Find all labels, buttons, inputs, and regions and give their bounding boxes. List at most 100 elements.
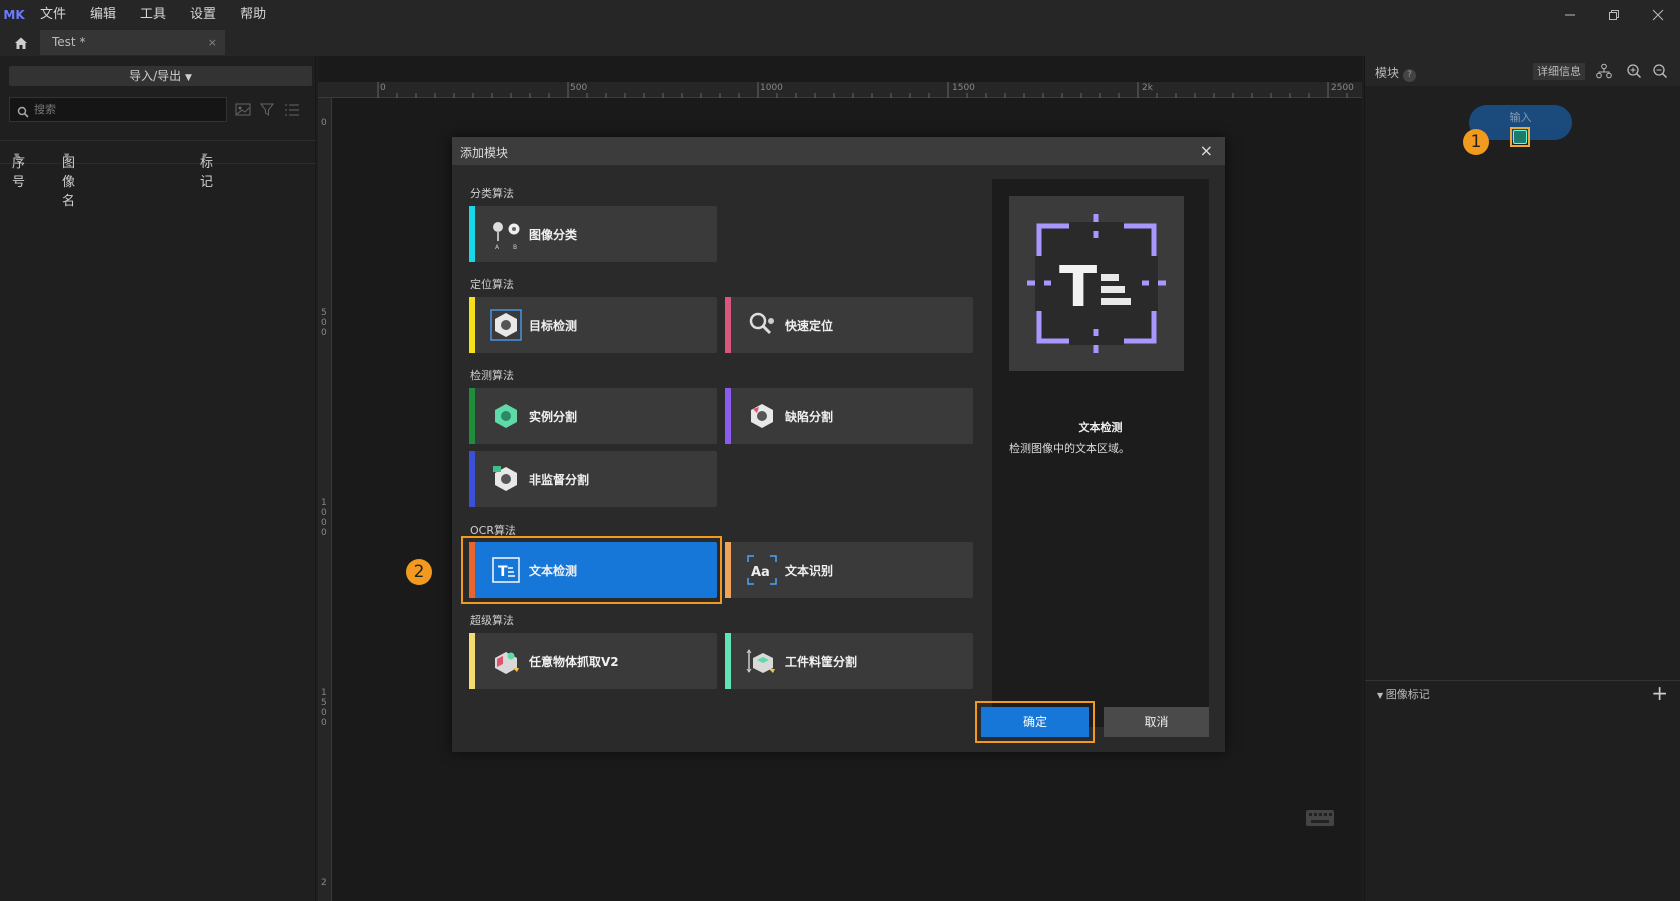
zoom-in-icon[interactable]	[1625, 62, 1643, 80]
ruler-left-label-0: 0	[321, 118, 327, 128]
filter-icon[interactable]	[258, 100, 278, 120]
sort-caret-icon: ▼	[64, 152, 70, 160]
add-module-dialog: 添加模块 × 分类算法 定位算法 检测算法 OCR算法 超级算法 AB 图像分类…	[452, 137, 1225, 752]
image-list-header: 序号 ▼ 图像名 ▼ 标记 ▼	[0, 140, 316, 209]
text-detection-preview-icon: T	[1009, 196, 1184, 371]
zoom-out-icon[interactable]	[1651, 62, 1669, 80]
module-instance-segmentation[interactable]: 实例分割	[469, 388, 717, 444]
svg-text:A: A	[495, 244, 500, 251]
search-placeholder: 搜索	[34, 103, 56, 116]
module-stripe	[469, 451, 475, 507]
module-label: 图像分类	[529, 228, 578, 242]
module-label: 目标检测	[529, 319, 578, 333]
preview-module-description: 检测图像中的文本区域。	[1009, 442, 1130, 455]
graph-layout-icon[interactable]	[1595, 62, 1613, 80]
ruler-label-1500: 1500	[952, 83, 975, 93]
search-input[interactable]: 搜索	[9, 97, 227, 122]
category-detection: 检测算法	[470, 369, 514, 382]
tab-close-icon[interactable]: ×	[208, 30, 217, 55]
ruler-left-label-1500: 1 5 0 0	[321, 688, 327, 728]
ruler-left-label-2000: 2	[321, 878, 327, 888]
module-label: 工件料筐分割	[785, 655, 858, 669]
menu-help[interactable]: 帮助	[228, 0, 278, 29]
ruler-left-label-1000: 1 0 0 0	[321, 498, 327, 538]
minimize-icon[interactable]	[1548, 0, 1592, 29]
ruler-label-2500: 2500	[1331, 83, 1354, 93]
module-stripe	[725, 542, 731, 598]
list-icon[interactable]	[282, 100, 302, 120]
search-icon	[17, 103, 29, 126]
column-image-name-label: 图像名	[62, 156, 76, 209]
add-image-mark-button[interactable]: +	[1651, 681, 1668, 705]
selection-highlight-box	[461, 536, 722, 604]
module-label: 缺陷分割	[785, 410, 834, 424]
module-title-text: 模块	[1375, 66, 1400, 80]
module-stripe	[469, 206, 475, 262]
module-label: 文本识别	[785, 564, 834, 578]
divider	[1365, 680, 1680, 681]
object-detection-icon	[489, 308, 523, 342]
close-icon[interactable]	[1636, 0, 1680, 29]
module-fast-localization[interactable]: 快速定位	[725, 297, 973, 353]
dialog-titlebar: 添加模块 ×	[452, 137, 1225, 165]
bin-segmentation-icon	[745, 644, 779, 678]
restore-icon[interactable]	[1592, 0, 1636, 29]
chevron-down-icon: ▼	[184, 73, 192, 83]
module-object-detection[interactable]: 目标检测	[469, 297, 717, 353]
module-preview-panel: T 文本检测 检测图像中的文本区域。	[992, 179, 1209, 727]
menu-settings[interactable]: 设置	[178, 0, 228, 29]
detail-info-button[interactable]: 详细信息	[1533, 63, 1585, 80]
right-panel: 模块? 详细信息 输入 ▼ 图像标记 +	[1364, 56, 1680, 901]
dialog-close-icon[interactable]: ×	[1200, 141, 1213, 160]
app-logo: ΜΚ	[3, 7, 25, 22]
collapse-triangle-icon: ▼	[1377, 691, 1386, 700]
image-mark-title: 图像标记	[1385, 688, 1430, 701]
ruler-top-ticks	[377, 82, 1348, 98]
tab-test[interactable]: Test * ×	[40, 30, 225, 55]
svg-text:Aa: Aa	[751, 565, 770, 580]
menu-file[interactable]: 文件	[28, 0, 78, 29]
dialog-title: 添加模块	[460, 146, 509, 160]
import-export-label: 导入/导出	[129, 69, 182, 83]
module-defect-segmentation[interactable]: 缺陷分割	[725, 388, 973, 444]
home-icon[interactable]	[10, 32, 32, 54]
sort-caret-icon: ▼	[14, 152, 20, 160]
module-workpiece-bin-segmentation[interactable]: 工件料筐分割	[725, 633, 973, 689]
image-classification-icon: AB	[489, 217, 523, 251]
menu-tools[interactable]: 工具	[128, 0, 178, 29]
module-any-object-grasp-v2[interactable]: 任意物体抓取V2	[469, 633, 717, 689]
ruler-left-label-500: 5 0 0	[321, 308, 327, 338]
menu-edit[interactable]: 编辑	[78, 0, 128, 29]
ok-button[interactable]: 确定	[981, 707, 1089, 737]
help-icon[interactable]: ?	[1403, 69, 1417, 82]
image-filter-icon[interactable]	[234, 100, 254, 120]
ruler-label-2k: 2k	[1142, 83, 1153, 93]
module-text-recognition[interactable]: Aa 文本识别	[725, 542, 973, 598]
module-stripe	[469, 633, 475, 689]
callout-2: 2	[406, 559, 432, 585]
module-panel-title: 模块?	[1375, 64, 1417, 82]
category-super: 超级算法	[470, 614, 514, 627]
preview-module-name: 文本检测	[1078, 421, 1123, 434]
image-mark-section[interactable]: ▼ 图像标记	[1377, 686, 1430, 702]
import-export-button[interactable]: 导入/导出 ▼	[9, 66, 312, 86]
object-grasp-icon	[489, 644, 523, 678]
ruler-top: 0 500 1000 1500 2k 2500	[318, 82, 1362, 98]
module-label: 任意物体抓取V2	[529, 655, 619, 669]
module-stripe	[725, 297, 731, 353]
module-stripe	[725, 388, 731, 444]
module-unsupervised-segmentation[interactable]: 非监督分割	[469, 451, 717, 507]
left-panel: 导入/导出 ▼ 搜索 序号 ▼ 图像名 ▼ 标记 ▼	[0, 56, 316, 901]
module-label: 快速定位	[785, 319, 834, 333]
tab-label: Test *	[52, 35, 86, 49]
menubar: ΜΚ 文件 编辑 工具 设置 帮助	[0, 0, 1680, 29]
window-controls	[1548, 0, 1680, 29]
keyboard-icon[interactable]	[1305, 809, 1335, 830]
sort-caret-icon: ▼	[202, 152, 208, 160]
module-image-classification[interactable]: AB 图像分类	[469, 206, 717, 262]
defect-segmentation-icon	[745, 399, 779, 433]
module-panel-header: 模块? 详细信息	[1365, 56, 1680, 86]
cancel-button[interactable]: 取消	[1104, 707, 1209, 737]
ruler-label-500: 500	[570, 83, 588, 93]
unsupervised-segmentation-icon	[489, 462, 523, 496]
